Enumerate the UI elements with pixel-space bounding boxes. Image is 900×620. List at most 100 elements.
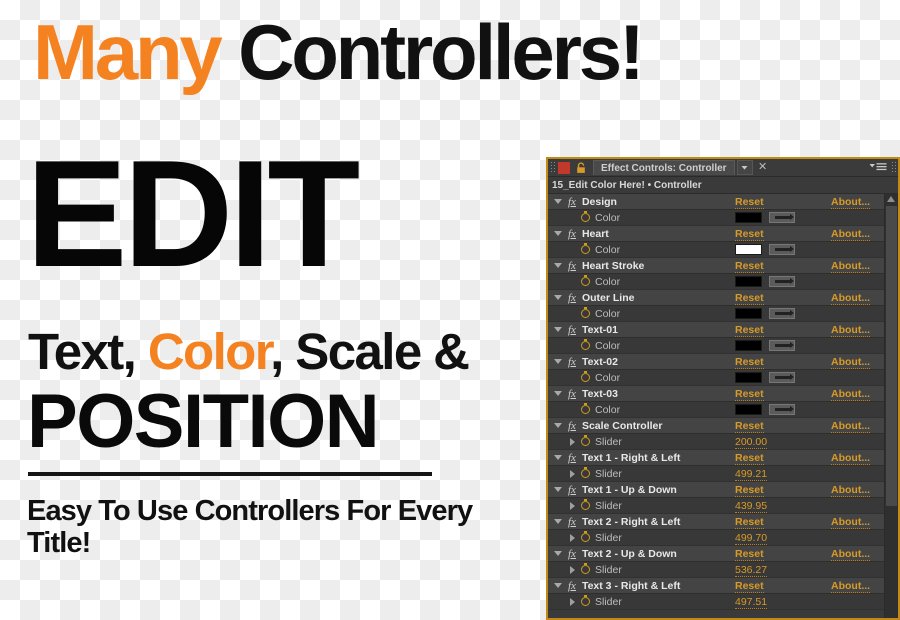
property-row[interactable]: Color xyxy=(548,338,884,354)
reset-link[interactable]: Reset xyxy=(735,324,764,337)
eyedropper-button[interactable] xyxy=(769,404,795,415)
property-expand-triangle-icon[interactable] xyxy=(570,437,575,446)
about-link[interactable]: About... xyxy=(831,420,871,433)
effect-row[interactable]: fx Text-01 Reset About... xyxy=(548,322,884,338)
property-row[interactable]: Slider 497.51 xyxy=(548,594,884,610)
disclosure-triangle-icon[interactable] xyxy=(554,423,562,428)
effect-row[interactable]: fx Text 2 - Right & Left Reset About... xyxy=(548,514,884,530)
disclosure-triangle-icon[interactable] xyxy=(554,519,562,524)
disclosure-triangle-icon[interactable] xyxy=(554,359,562,364)
property-row[interactable]: Slider 439.95 xyxy=(548,498,884,514)
eyedropper-button[interactable] xyxy=(769,308,795,319)
property-row[interactable]: Color xyxy=(548,370,884,386)
property-expand-triangle-icon[interactable] xyxy=(570,565,575,574)
property-expand-triangle-icon[interactable] xyxy=(570,533,575,542)
property-row[interactable]: Slider 200.00 xyxy=(548,434,884,450)
effect-row[interactable]: fx Heart Stroke Reset About... xyxy=(548,258,884,274)
about-link[interactable]: About... xyxy=(831,548,871,561)
color-swatch[interactable] xyxy=(735,276,762,287)
disclosure-triangle-icon[interactable] xyxy=(554,295,562,300)
lock-icon[interactable] xyxy=(574,161,588,175)
reset-link[interactable]: Reset xyxy=(735,196,764,209)
about-link[interactable]: About... xyxy=(831,228,871,241)
eyedropper-button[interactable] xyxy=(769,276,795,287)
slider-value[interactable]: 439.95 xyxy=(735,500,768,513)
about-link[interactable]: About... xyxy=(831,196,871,209)
stopwatch-icon[interactable] xyxy=(581,371,590,382)
about-link[interactable]: About... xyxy=(831,484,871,497)
disclosure-triangle-icon[interactable] xyxy=(554,391,562,396)
panel-menu-icon[interactable] xyxy=(869,162,887,173)
property-row[interactable]: Color xyxy=(548,402,884,418)
effect-row[interactable]: fx Outer Line Reset About... xyxy=(548,290,884,306)
about-link[interactable]: About... xyxy=(831,516,871,529)
stopwatch-icon[interactable] xyxy=(581,243,590,254)
property-row[interactable]: Slider 499.70 xyxy=(548,530,884,546)
stopwatch-icon[interactable] xyxy=(581,211,590,222)
property-row[interactable]: Color xyxy=(548,242,884,258)
effect-row[interactable]: fx Text 2 - Up & Down Reset About... xyxy=(548,546,884,562)
property-expand-triangle-icon[interactable] xyxy=(570,501,575,510)
vertical-scrollbar[interactable] xyxy=(884,194,898,618)
reset-link[interactable]: Reset xyxy=(735,260,764,273)
stopwatch-icon[interactable] xyxy=(581,435,590,446)
reset-link[interactable]: Reset xyxy=(735,484,764,497)
reset-link[interactable]: Reset xyxy=(735,356,764,369)
scrollbar-thumb[interactable] xyxy=(886,206,897,506)
eyedropper-button[interactable] xyxy=(769,340,795,351)
close-icon[interactable]: ✕ xyxy=(756,160,770,175)
color-swatch[interactable] xyxy=(735,404,762,415)
reset-link[interactable]: Reset xyxy=(735,228,764,241)
color-swatch[interactable] xyxy=(735,212,762,223)
stopwatch-icon[interactable] xyxy=(581,499,590,510)
slider-value[interactable]: 200.00 xyxy=(735,436,768,449)
stopwatch-icon[interactable] xyxy=(581,531,590,542)
disclosure-triangle-icon[interactable] xyxy=(554,455,562,460)
stopwatch-icon[interactable] xyxy=(581,307,590,318)
effect-row[interactable]: fx Text 1 - Right & Left Reset About... xyxy=(548,450,884,466)
stopwatch-icon[interactable] xyxy=(581,563,590,574)
effect-row[interactable]: fx Scale Controller Reset About... xyxy=(548,418,884,434)
reset-link[interactable]: Reset xyxy=(735,388,764,401)
property-row[interactable]: Color xyxy=(548,210,884,226)
disclosure-triangle-icon[interactable] xyxy=(554,487,562,492)
disclosure-triangle-icon[interactable] xyxy=(554,551,562,556)
chevron-down-icon[interactable] xyxy=(736,160,753,175)
about-link[interactable]: About... xyxy=(831,452,871,465)
slider-value[interactable]: 499.21 xyxy=(735,468,768,481)
color-swatch[interactable] xyxy=(735,372,762,383)
label-color-swatch[interactable] xyxy=(558,161,570,174)
slider-value[interactable]: 497.51 xyxy=(735,596,768,609)
about-link[interactable]: About... xyxy=(831,388,871,401)
eyedropper-button[interactable] xyxy=(769,244,795,255)
about-link[interactable]: About... xyxy=(831,292,871,305)
property-row[interactable]: Slider 499.21 xyxy=(548,466,884,482)
slider-value[interactable]: 499.70 xyxy=(735,532,768,545)
disclosure-triangle-icon[interactable] xyxy=(554,583,562,588)
stopwatch-icon[interactable] xyxy=(581,275,590,286)
effect-row[interactable]: fx Heart Reset About... xyxy=(548,226,884,242)
disclosure-triangle-icon[interactable] xyxy=(554,327,562,332)
property-expand-triangle-icon[interactable] xyxy=(570,469,575,478)
disclosure-triangle-icon[interactable] xyxy=(554,199,562,204)
panel-grip-icon[interactable] xyxy=(550,161,555,174)
color-swatch[interactable] xyxy=(735,244,762,255)
scroll-up-arrow-icon[interactable] xyxy=(887,196,895,202)
property-row[interactable]: Slider 536.27 xyxy=(548,562,884,578)
eyedropper-button[interactable] xyxy=(769,372,795,383)
effect-row[interactable]: fx Text-03 Reset About... xyxy=(548,386,884,402)
effect-row[interactable]: fx Text 1 - Up & Down Reset About... xyxy=(548,482,884,498)
reset-link[interactable]: Reset xyxy=(735,516,764,529)
color-swatch[interactable] xyxy=(735,340,762,351)
about-link[interactable]: About... xyxy=(831,260,871,273)
disclosure-triangle-icon[interactable] xyxy=(554,231,562,236)
about-link[interactable]: About... xyxy=(831,580,871,593)
property-expand-triangle-icon[interactable] xyxy=(570,597,575,606)
eyedropper-button[interactable] xyxy=(769,212,795,223)
tab-effect-controls[interactable]: Effect Controls: Controller xyxy=(593,160,735,175)
panel-grip-right-icon[interactable] xyxy=(891,161,896,174)
about-link[interactable]: About... xyxy=(831,324,871,337)
reset-link[interactable]: Reset xyxy=(735,420,764,433)
stopwatch-icon[interactable] xyxy=(581,595,590,606)
effect-row[interactable]: fx Text-02 Reset About... xyxy=(548,354,884,370)
